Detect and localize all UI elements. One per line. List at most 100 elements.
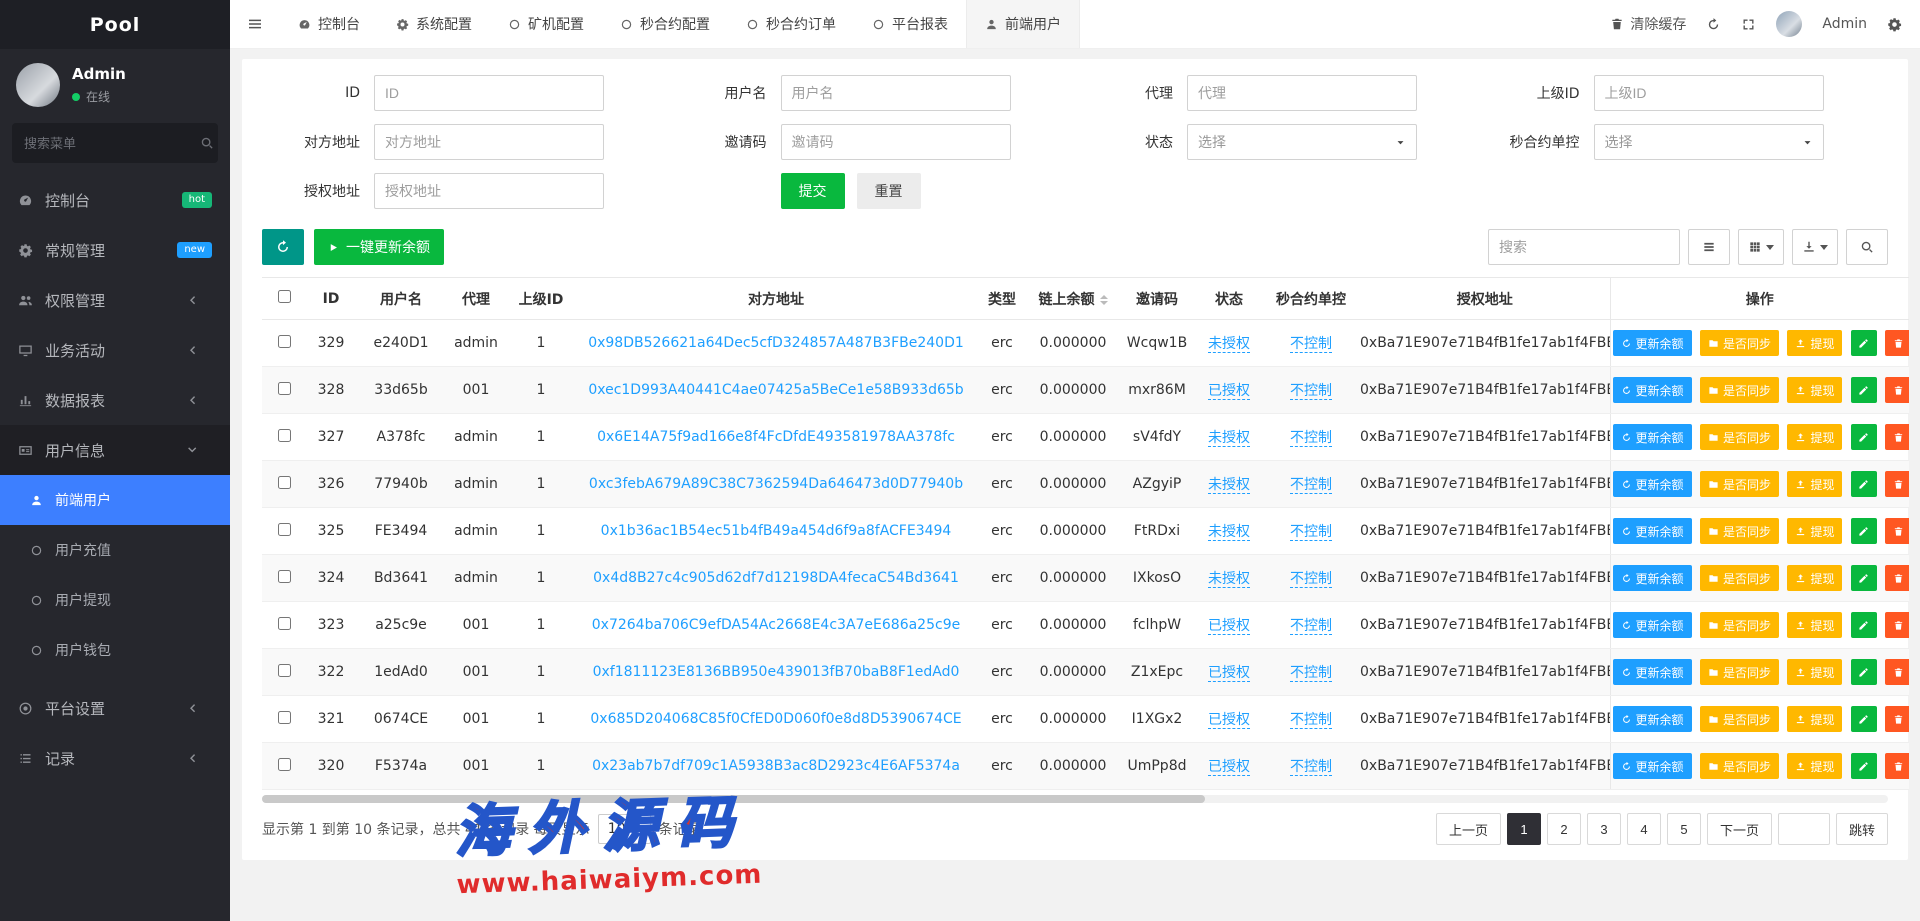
- delete-button[interactable]: [1885, 612, 1909, 638]
- status-link[interactable]: 已授权: [1208, 618, 1250, 635]
- gear-icon[interactable]: [1887, 17, 1902, 32]
- row-checkbox[interactable]: [278, 617, 291, 630]
- agent-input[interactable]: [1187, 75, 1417, 111]
- tab-miner-config[interactable]: 矿机配置: [490, 0, 602, 48]
- address-link[interactable]: 0x23ab7b7df709c1A5938B3ac8D2923c4E6AF537…: [592, 758, 960, 774]
- sync-button[interactable]: 是否同步: [1700, 565, 1779, 591]
- edit-button[interactable]: [1851, 377, 1877, 403]
- tab-platform-report[interactable]: 平台报表: [854, 0, 966, 48]
- update-balance-button[interactable]: 更新余额: [1613, 659, 1692, 685]
- select-all-checkbox[interactable]: [278, 290, 291, 303]
- submit-button[interactable]: 提交: [781, 173, 845, 209]
- row-checkbox[interactable]: [278, 758, 291, 771]
- sync-button[interactable]: 是否同步: [1700, 330, 1779, 356]
- columns-button[interactable]: [1738, 229, 1784, 265]
- jump-button[interactable]: 跳转: [1836, 813, 1888, 845]
- row-checkbox[interactable]: [278, 335, 291, 348]
- delete-button[interactable]: [1885, 659, 1909, 685]
- sidebar-item-front-users[interactable]: 前端用户: [0, 475, 230, 525]
- status-link[interactable]: 未授权: [1208, 430, 1250, 447]
- sidebar-item-reports[interactable]: 数据报表: [0, 375, 230, 425]
- row-checkbox[interactable]: [278, 476, 291, 489]
- status-link[interactable]: 未授权: [1208, 571, 1250, 588]
- withdraw-button[interactable]: 提现: [1787, 330, 1842, 356]
- control-link[interactable]: 不控制: [1290, 665, 1332, 682]
- edit-button[interactable]: [1851, 471, 1877, 497]
- edit-button[interactable]: [1851, 612, 1877, 638]
- auth-address-input[interactable]: [374, 173, 604, 209]
- address-input[interactable]: [374, 124, 604, 160]
- withdraw-button[interactable]: 提现: [1787, 612, 1842, 638]
- sync-button[interactable]: 是否同步: [1700, 518, 1779, 544]
- address-link[interactable]: 0x6E14A75f9ad166e8f4FcDfdE493581978AA378…: [597, 429, 955, 445]
- delete-button[interactable]: [1885, 330, 1909, 356]
- contract-control-select[interactable]: 选择: [1594, 124, 1824, 160]
- fullscreen-search-button[interactable]: [1846, 229, 1888, 265]
- sidebar-item-business[interactable]: 业务活动: [0, 325, 230, 375]
- table-search-input[interactable]: [1488, 229, 1680, 265]
- control-link[interactable]: 不控制: [1290, 712, 1332, 729]
- hamburger-icon[interactable]: [230, 0, 280, 48]
- avatar[interactable]: [1776, 11, 1802, 37]
- refresh-balance-button[interactable]: [262, 229, 304, 265]
- row-checkbox[interactable]: [278, 664, 291, 677]
- delete-button[interactable]: [1885, 424, 1909, 450]
- page-button-2[interactable]: 2: [1547, 813, 1581, 845]
- row-checkbox[interactable]: [278, 429, 291, 442]
- status-link[interactable]: 未授权: [1208, 524, 1250, 541]
- clear-cache-button[interactable]: 清除缓存: [1610, 14, 1686, 34]
- update-balance-button[interactable]: 更新余额: [1613, 565, 1692, 591]
- sidebar-item-platform-settings[interactable]: 平台设置: [0, 683, 230, 733]
- withdraw-button[interactable]: 提现: [1787, 753, 1842, 779]
- control-link[interactable]: 不控制: [1290, 571, 1332, 588]
- sync-button[interactable]: 是否同步: [1700, 424, 1779, 450]
- update-balance-button[interactable]: 更新余额: [1613, 330, 1692, 356]
- address-link[interactable]: 0xc3febA679A89C38C7362594Da646473d0D7794…: [589, 476, 963, 492]
- update-balance-button[interactable]: 更新余额: [1613, 753, 1692, 779]
- sync-button[interactable]: 是否同步: [1700, 659, 1779, 685]
- edit-button[interactable]: [1851, 565, 1877, 591]
- update-balance-button[interactable]: 更新余额: [1613, 424, 1692, 450]
- address-link[interactable]: 0xf1811123E8136BB950e439013fB70baB8F1edA…: [593, 664, 960, 680]
- menu-search-input[interactable]: [24, 136, 200, 151]
- sync-button[interactable]: 是否同步: [1700, 471, 1779, 497]
- withdraw-button[interactable]: 提现: [1787, 659, 1842, 685]
- toggle-view-button[interactable]: [1688, 229, 1730, 265]
- delete-button[interactable]: [1885, 518, 1909, 544]
- edit-button[interactable]: [1851, 659, 1877, 685]
- update-balance-button[interactable]: 更新余额: [1613, 518, 1692, 544]
- reset-button[interactable]: 重置: [857, 173, 921, 209]
- control-link[interactable]: 不控制: [1290, 477, 1332, 494]
- refresh-icon[interactable]: [1706, 17, 1721, 32]
- status-select[interactable]: 选择: [1187, 124, 1417, 160]
- scrollbar-handle[interactable]: [262, 795, 1205, 803]
- tab-contract-config[interactable]: 秒合约配置: [602, 0, 728, 48]
- control-link[interactable]: 不控制: [1290, 430, 1332, 447]
- update-balance-button[interactable]: 更新余额: [1613, 612, 1692, 638]
- delete-button[interactable]: [1885, 753, 1909, 779]
- tab-system-config[interactable]: 系统配置: [378, 0, 490, 48]
- column-header-balance[interactable]: 链上余额: [1028, 278, 1118, 320]
- sync-button[interactable]: 是否同步: [1700, 753, 1779, 779]
- status-link[interactable]: 未授权: [1208, 477, 1250, 494]
- withdraw-button[interactable]: 提现: [1787, 518, 1842, 544]
- address-link[interactable]: 0x98DB526621a64Dec5cfD324857A487B3FBe240…: [588, 335, 964, 351]
- tab-console[interactable]: 控制台: [280, 0, 378, 48]
- address-link[interactable]: 0x4d8B27c4c905d62df7d12198DA4fecaC54Bd36…: [593, 570, 959, 586]
- edit-button[interactable]: [1851, 706, 1877, 732]
- row-checkbox[interactable]: [278, 382, 291, 395]
- delete-button[interactable]: [1885, 377, 1909, 403]
- address-link[interactable]: 0x7264ba706C9efDA54Ac2668E4c3A7eE686a25c…: [592, 617, 960, 633]
- sync-button[interactable]: 是否同步: [1700, 612, 1779, 638]
- edit-button[interactable]: [1851, 330, 1877, 356]
- id-input[interactable]: [374, 75, 604, 111]
- sidebar-item-user-info[interactable]: 用户信息: [0, 425, 230, 475]
- avatar[interactable]: [16, 63, 60, 107]
- status-link[interactable]: 已授权: [1208, 383, 1250, 400]
- row-checkbox[interactable]: [278, 523, 291, 536]
- sync-button[interactable]: 是否同步: [1700, 706, 1779, 732]
- control-link[interactable]: 不控制: [1290, 383, 1332, 400]
- page-button-3[interactable]: 3: [1587, 813, 1621, 845]
- update-balance-button[interactable]: 更新余额: [1613, 377, 1692, 403]
- withdraw-button[interactable]: 提现: [1787, 565, 1842, 591]
